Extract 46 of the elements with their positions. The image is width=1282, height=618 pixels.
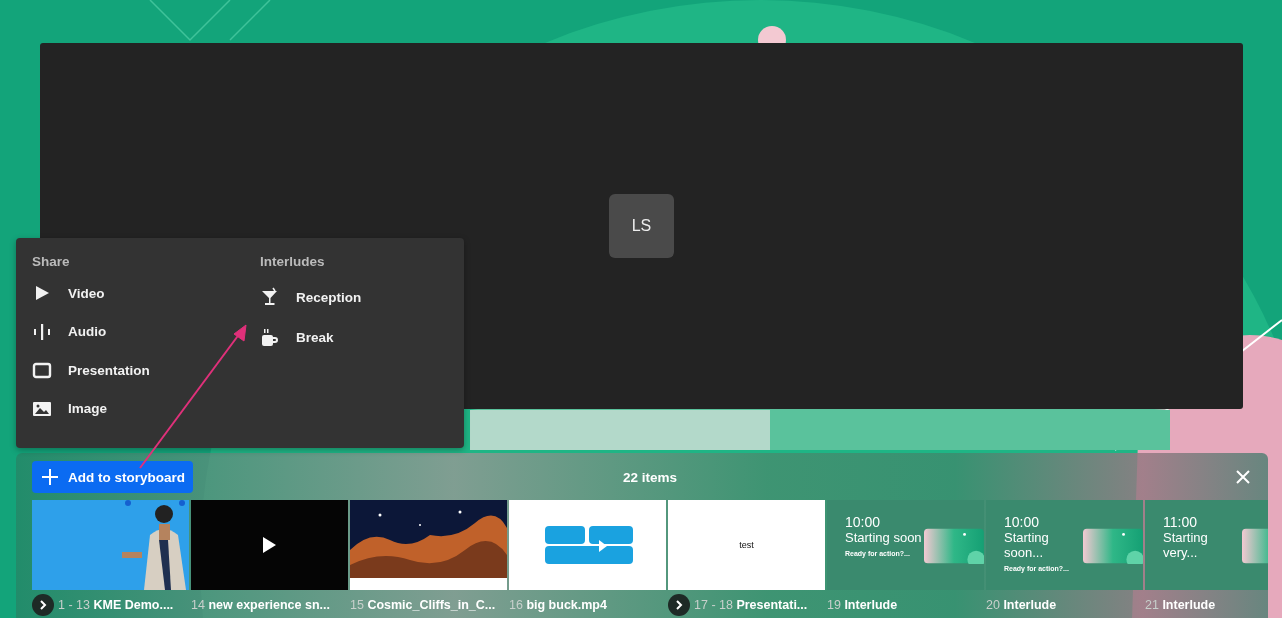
item-caption: 21 Interlude xyxy=(1145,598,1216,612)
item-caption: 20 Interlude xyxy=(986,598,1057,612)
menu-item[interactable]: Presentation xyxy=(32,360,150,380)
interlude-time: 10:00 xyxy=(1004,514,1041,530)
interlude-title: Starting soon... xyxy=(1004,530,1050,560)
menu-item-label: Image xyxy=(68,401,108,416)
close-icon xyxy=(1234,468,1252,486)
close-button[interactable] xyxy=(1234,468,1252,486)
slide-text: test xyxy=(739,540,754,550)
menu-item-label: Presentation xyxy=(68,362,150,378)
menu-item[interactable]: Video xyxy=(32,283,105,303)
plus-icon xyxy=(42,469,58,485)
menu-item[interactable]: Break xyxy=(260,326,334,349)
expand-button[interactable] xyxy=(32,594,54,616)
menu-item[interactable]: Reception xyxy=(260,286,362,308)
item-count: 22 items xyxy=(623,469,677,485)
mug-icon xyxy=(260,327,280,348)
interlude-title: Starting very... xyxy=(1163,530,1209,560)
add-to-storyboard-button[interactable]: Add to storyboard xyxy=(32,461,193,493)
audio-icon xyxy=(32,321,52,342)
item-caption: 1 - 13 KME Demo.... xyxy=(58,598,174,612)
avatar-initials: LS xyxy=(609,193,674,258)
menu-item-label: Audio xyxy=(68,324,107,339)
cocktail-icon xyxy=(260,287,280,307)
play-icon xyxy=(261,537,277,553)
menu-item-label: Break xyxy=(296,330,334,345)
menu-heading: Interludes xyxy=(260,254,325,271)
interlude-time: 10:00 xyxy=(845,514,882,530)
chevron-icon xyxy=(39,600,47,610)
chevron-icon xyxy=(675,600,683,610)
screen-icon xyxy=(32,360,52,380)
menu-item[interactable]: Image xyxy=(32,398,108,419)
menu-item-label: Video xyxy=(68,285,105,301)
item-caption: 17 - 18 Presentati... xyxy=(694,598,808,612)
menu-item[interactable]: Audio xyxy=(32,321,107,342)
item-caption: 15 Cosmic_Cliffs_in_C... xyxy=(350,598,496,612)
menu-heading: Share xyxy=(32,254,70,269)
interlude-title: Starting soon xyxy=(845,530,923,545)
interlude-card-drawing xyxy=(924,528,984,564)
expand-button[interactable] xyxy=(668,594,690,616)
item-caption: 19 Interlude xyxy=(827,598,898,612)
interlude-time: 11:00 xyxy=(1163,514,1198,530)
item-caption: 14 new experience sn... xyxy=(191,598,330,612)
item-caption: 16 big buck.mp4 xyxy=(509,598,607,612)
interlude-card-drawing xyxy=(1083,528,1143,564)
menu-item-label: Reception xyxy=(296,289,362,305)
